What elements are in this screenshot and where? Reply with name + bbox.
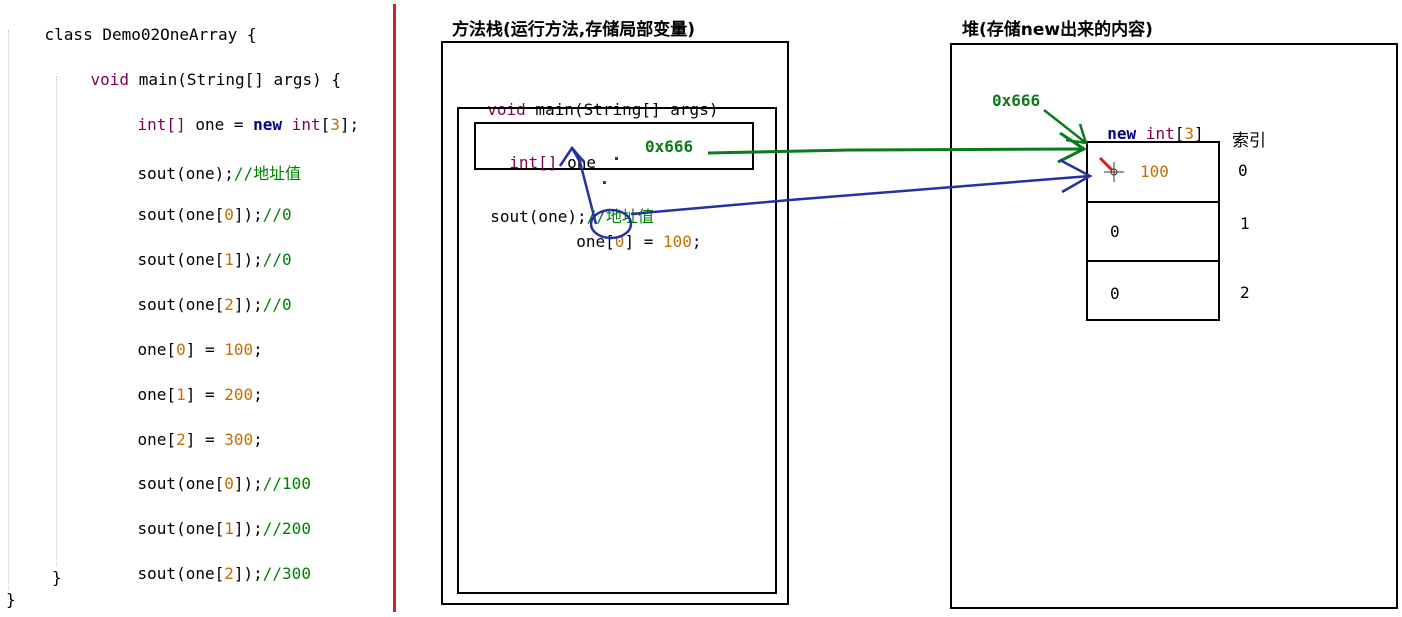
dot-mark (603, 181, 606, 184)
annotation-layer (558, 109, 1124, 240)
access-arrow-blue (630, 174, 1091, 216)
index-highlight-circle (589, 208, 633, 240)
crosshair-cursor-icon (1098, 156, 1124, 182)
lookup-arrow-blue (570, 147, 598, 225)
dot-mark (615, 157, 618, 160)
reference-arrow-green (707, 147, 1083, 155)
